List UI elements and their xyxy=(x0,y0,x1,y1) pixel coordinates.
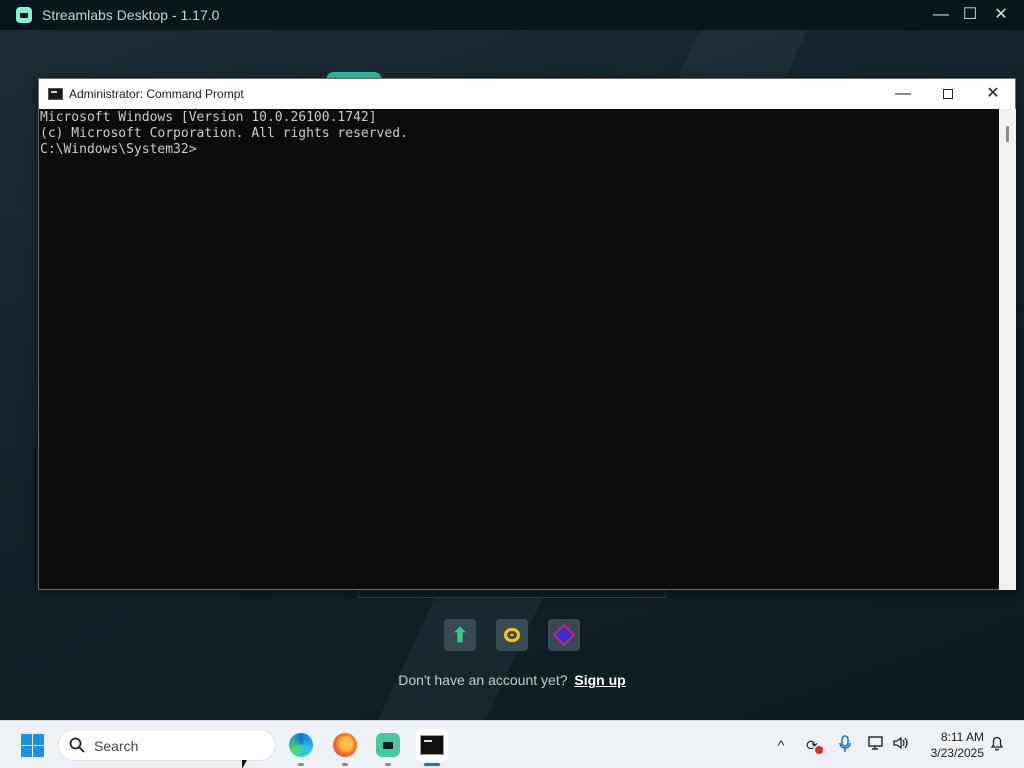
search-icon xyxy=(69,737,85,753)
taskbar-edge[interactable] xyxy=(285,729,317,766)
cmd-minimize-button[interactable]: — xyxy=(890,82,916,106)
firefox-icon xyxy=(333,733,357,757)
taskbar: Search ^ ⟳ 8:11 AM 3/23/2025 xyxy=(0,720,1024,768)
signup-prompt: Don't have an account yet? xyxy=(398,672,568,688)
console-line: (c) Microsoft Corporation. All rights re… xyxy=(40,126,408,141)
clock-date: 3/23/2025 xyxy=(930,746,984,760)
cmd-scrollbar[interactable] xyxy=(999,109,1016,590)
streamlabs-titlebar: Streamlabs Desktop - 1.17.0 — ☐ ✕ xyxy=(0,0,1024,30)
search-placeholder: Search xyxy=(94,738,139,754)
taskbar-firefox[interactable] xyxy=(329,729,361,766)
streamlabs-title: Streamlabs Desktop - 1.17.0 xyxy=(42,7,220,23)
notification-bell-icon[interactable] xyxy=(987,735,1007,755)
streamlabs-green-icon: ⬆ xyxy=(451,624,469,647)
start-button[interactable] xyxy=(21,734,44,757)
windows-logo-icon xyxy=(21,734,32,745)
mouse-cursor-icon xyxy=(242,760,247,768)
command-prompt-window[interactable]: Administrator: Command Prompt — ✕ Micros… xyxy=(38,78,1016,590)
cmd-close-button[interactable]: ✕ xyxy=(980,82,1006,106)
volume-icon[interactable] xyxy=(891,735,911,755)
streamlabs-minimize-button[interactable]: — xyxy=(930,4,952,26)
console-line: Microsoft Windows [Version 10.0.26100.17… xyxy=(40,110,377,125)
taskbar-streamlabs[interactable] xyxy=(372,729,404,766)
terminal-icon xyxy=(420,735,444,755)
microphone-icon[interactable] xyxy=(835,735,855,755)
taskbar-search[interactable]: Search xyxy=(58,729,276,761)
platform-login-button-2[interactable] xyxy=(496,619,528,651)
maximize-icon xyxy=(943,88,953,99)
streamlabs-close-button[interactable]: ✕ xyxy=(990,4,1012,26)
signup-link[interactable]: Sign up xyxy=(574,672,625,688)
signup-row: Don't have an account yet? Sign up xyxy=(0,672,1024,688)
cmd-maximize-button[interactable] xyxy=(935,82,961,106)
taskbar-clock[interactable]: 8:11 AM 3/23/2025 xyxy=(920,729,984,761)
network-icon[interactable] xyxy=(866,735,886,755)
record-dot-icon xyxy=(815,746,823,754)
active-indicator xyxy=(424,763,440,766)
cmd-titlebar[interactable]: Administrator: Command Prompt — ✕ xyxy=(39,79,1015,109)
platform-login-button-3[interactable] xyxy=(548,619,580,651)
console-prompt: C:\Windows\System32> xyxy=(40,142,197,157)
show-hidden-icons-chevron-icon[interactable]: ^ xyxy=(771,735,791,755)
refresh-recording-icon[interactable]: ⟳ xyxy=(802,735,823,755)
taskbar-command-prompt[interactable] xyxy=(416,729,448,766)
streamlabs-login-field-bottom[interactable] xyxy=(358,590,666,598)
streamlabs-icon xyxy=(376,733,400,757)
cmd-app-icon xyxy=(48,88,63,100)
cmd-scroll-thumb[interactable] xyxy=(1006,126,1009,142)
streamlabs-app-icon xyxy=(16,7,32,23)
platform-login-button-1[interactable]: ⬆ xyxy=(444,619,476,651)
clock-time: 8:11 AM xyxy=(940,730,984,744)
cmd-console-output[interactable]: Microsoft Windows [Version 10.0.26100.17… xyxy=(39,109,999,590)
kick-yellow-icon xyxy=(504,628,520,642)
cmd-title: Administrator: Command Prompt xyxy=(69,87,244,101)
edge-icon xyxy=(289,733,313,757)
purple-platform-icon xyxy=(555,626,573,644)
streamlabs-maximize-button[interactable]: ☐ xyxy=(959,4,981,26)
